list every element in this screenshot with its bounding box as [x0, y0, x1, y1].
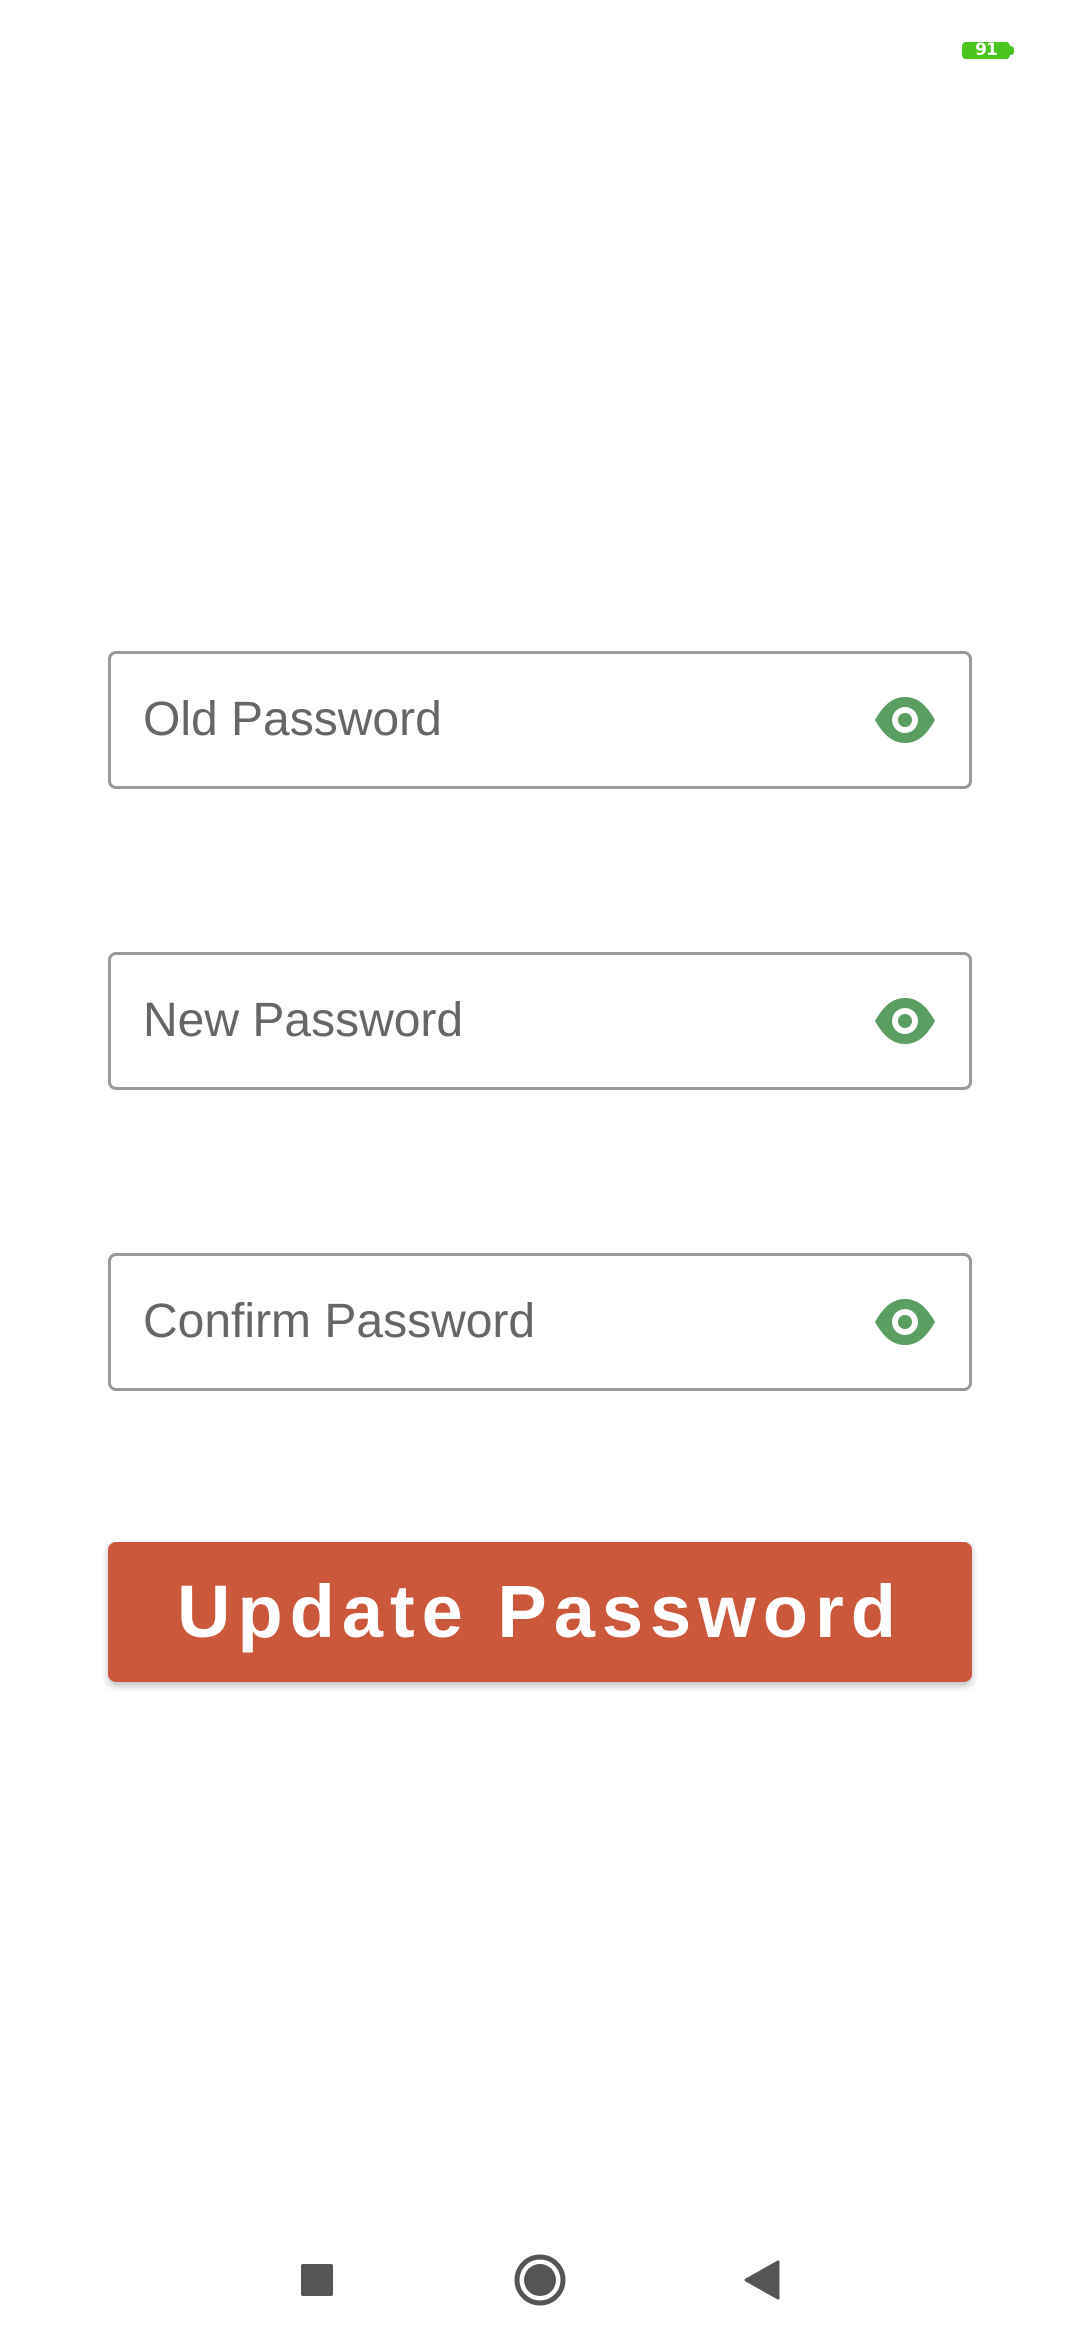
old-password-field[interactable]: Old Password [108, 651, 972, 789]
confirm-password-placeholder: Confirm Password [143, 1295, 536, 1348]
new-password-field[interactable]: New Password [108, 952, 972, 1090]
old-password-placeholder: Old Password [143, 693, 442, 746]
eye-icon[interactable] [873, 694, 937, 746]
battery-tip [1010, 46, 1014, 55]
update-password-button[interactable]: Update Password [108, 1542, 972, 1682]
eye-icon[interactable] [873, 1296, 937, 1348]
eye-icon[interactable] [873, 995, 937, 1047]
battery-level: 91 [975, 40, 998, 60]
confirm-password-field[interactable]: Confirm Password [108, 1253, 972, 1391]
home-circle-icon[interactable] [510, 2250, 570, 2310]
back-triangle-icon[interactable] [733, 2250, 793, 2310]
status-bar: 91 [0, 0, 1080, 100]
new-password-placeholder: New Password [143, 994, 464, 1047]
navigation-bar [0, 2220, 1080, 2340]
recents-square-icon[interactable] [287, 2250, 347, 2310]
battery-indicator: 91 [962, 42, 1010, 59]
